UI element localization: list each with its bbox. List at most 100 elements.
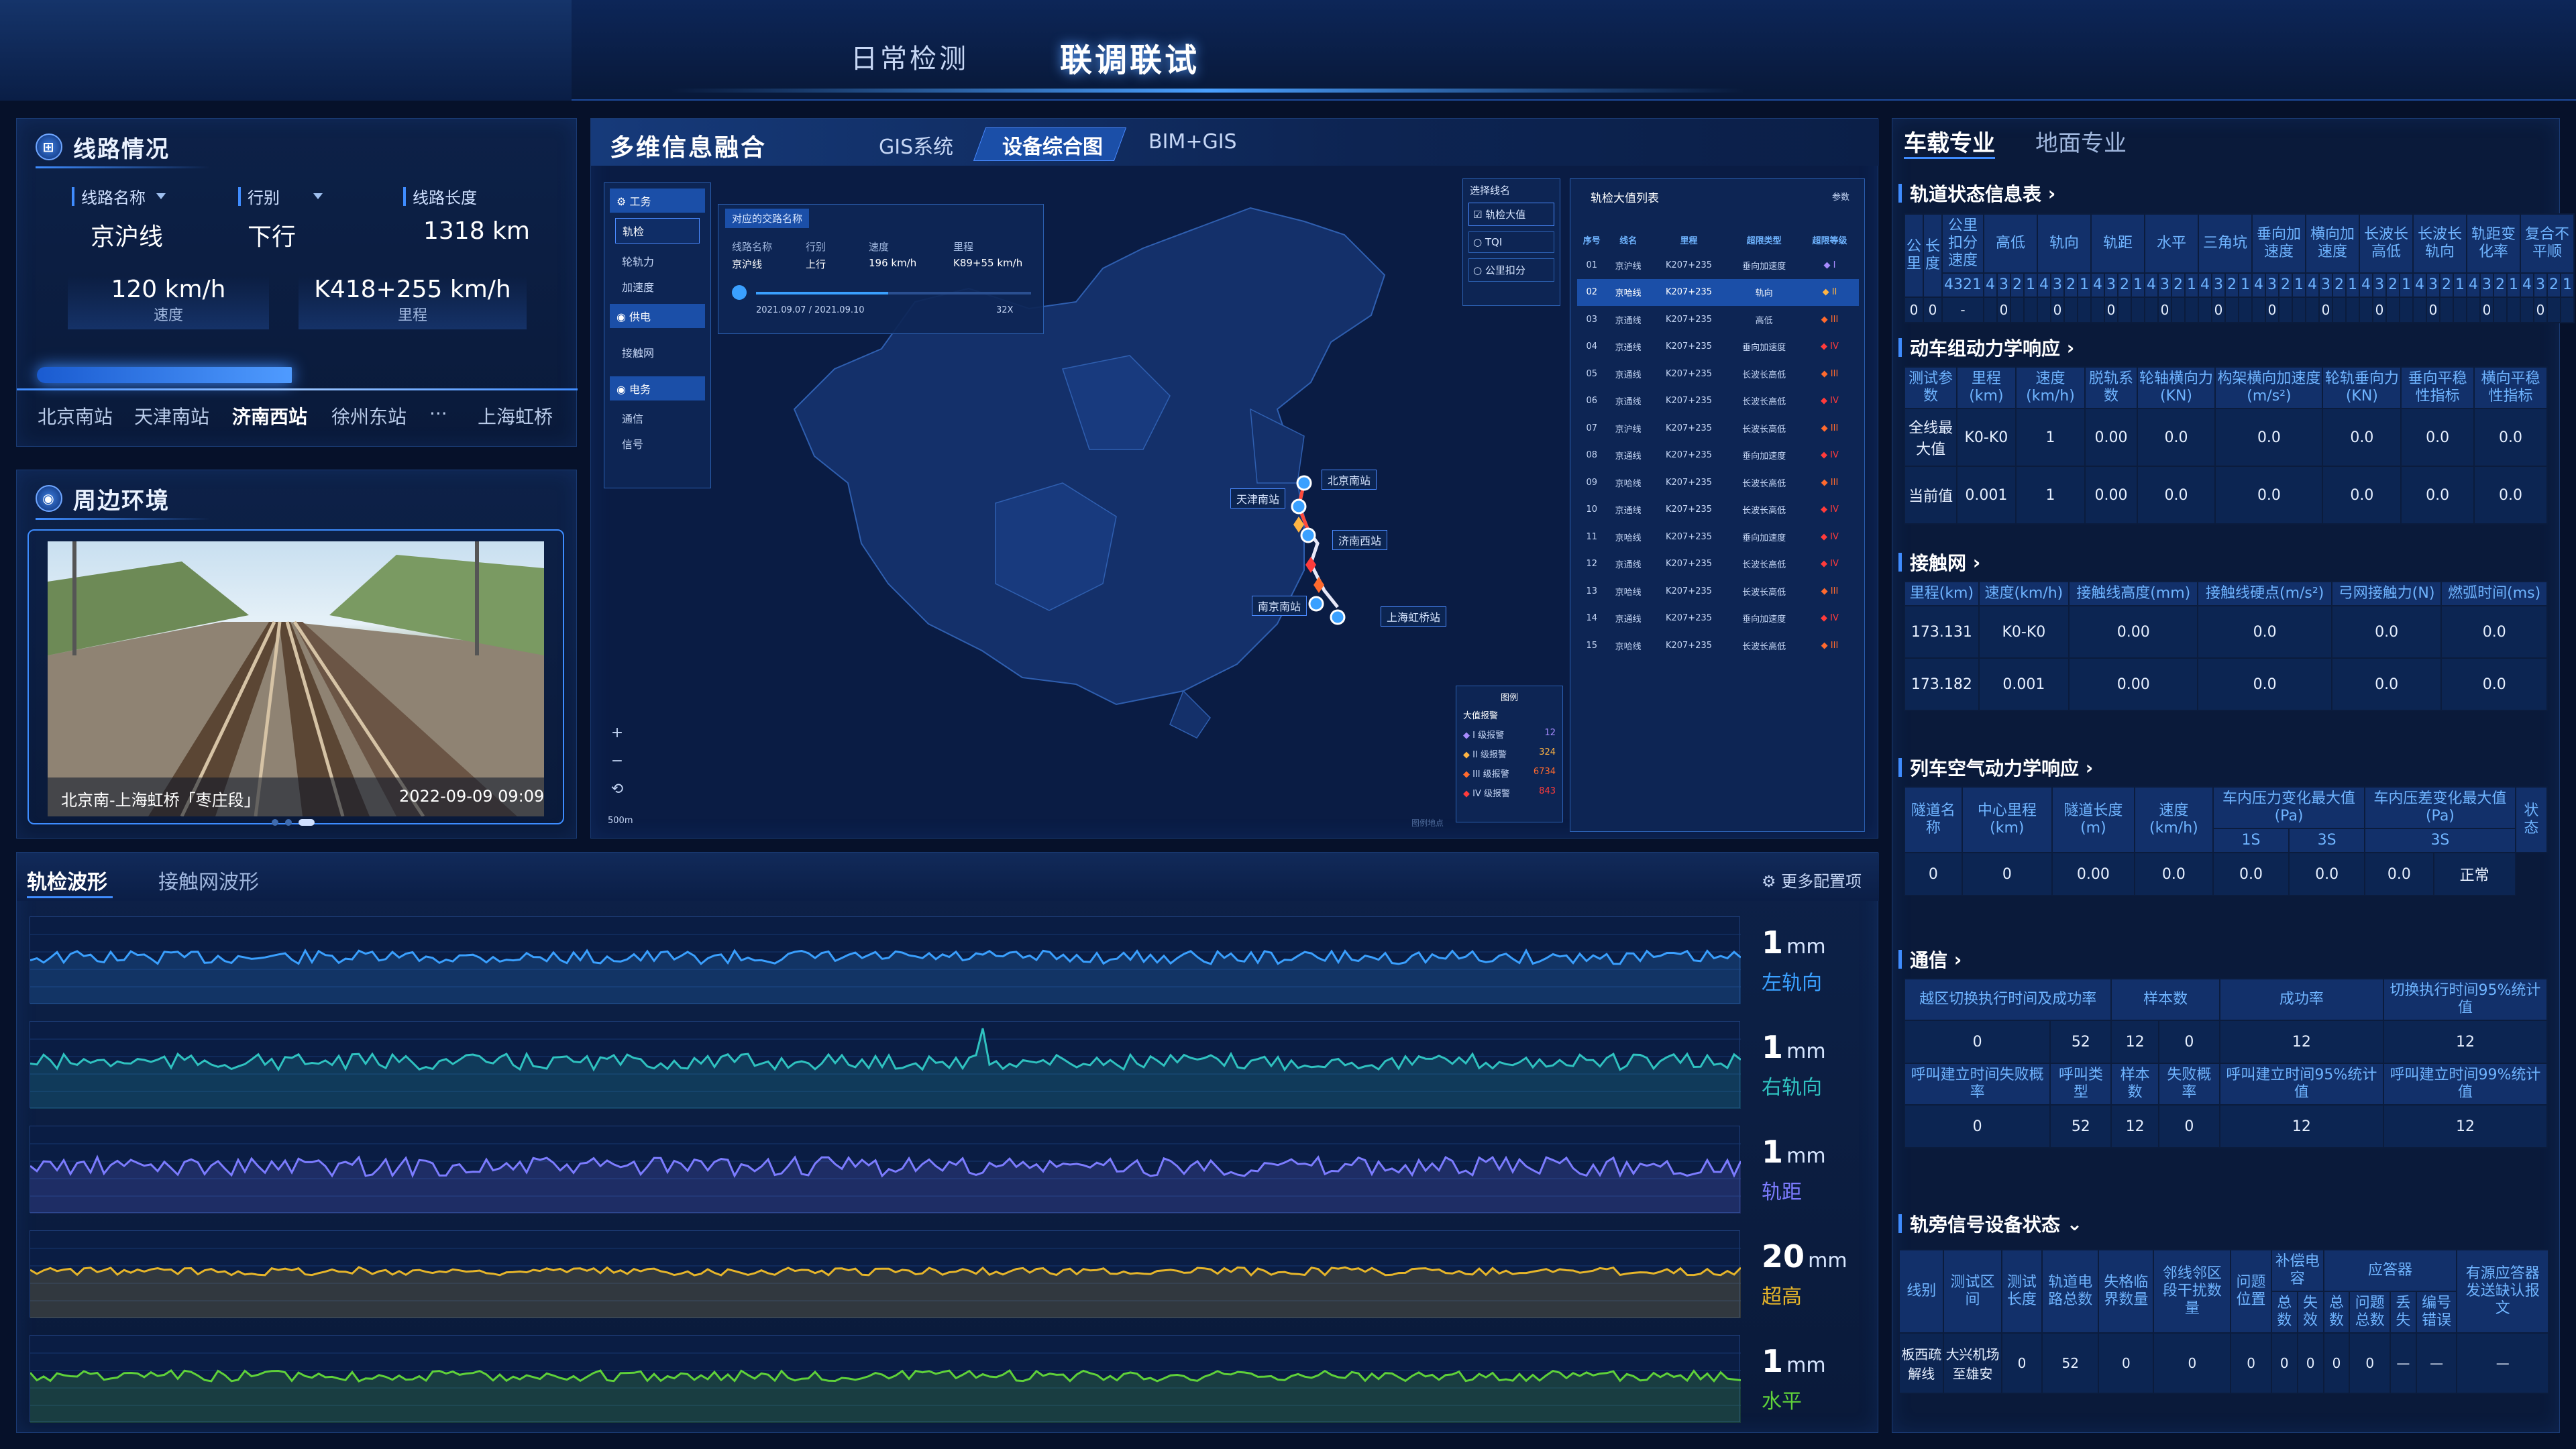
table-row[interactable]: 01 京沪线 K207+235 垂向加速度 ◆ I: [1577, 252, 1859, 279]
timeline-slider[interactable]: [756, 292, 1031, 294]
table-cell: 0: [1903, 1104, 2051, 1148]
tab-onboard[interactable]: 车载专业: [1904, 125, 1995, 158]
layer-item-gauge[interactable]: 轨检: [615, 218, 700, 244]
station-marker[interactable]: [1308, 596, 1324, 612]
station-marker[interactable]: [1291, 498, 1307, 515]
option-tqi[interactable]: ○ TQI: [1468, 231, 1554, 253]
track-video[interactable]: [48, 541, 544, 816]
tab-device[interactable]: 设备综合图: [1002, 130, 1103, 160]
layer-item-accel[interactable]: 加速度: [622, 278, 693, 294]
table-row[interactable]: 11 京哈线 K207+235 垂向加速度 ◆ IV: [1577, 523, 1859, 551]
table-cell: ◆ III: [1821, 423, 1839, 433]
play-icon[interactable]: [732, 285, 747, 300]
wave-left-alignment[interactable]: [30, 916, 1741, 1004]
table-row[interactable]: 08 京通线 K207+235 垂向加速度 ◆ IV: [1577, 442, 1859, 470]
station-xuzhou-east[interactable]: 徐州东站: [331, 402, 407, 429]
table-row[interactable]: 03 京通线 K207+235 高低 ◆ III: [1577, 306, 1859, 333]
table-cell: 1: [2015, 408, 2086, 467]
section-track-status[interactable]: 轨道状态信息表 ›: [1898, 180, 2549, 207]
layer-group-power[interactable]: ◉ 供电: [610, 304, 705, 328]
table-row[interactable]: 07 京沪线 K207+235 长波长高低 ◆ III: [1577, 415, 1859, 442]
section-emu-dynamics[interactable]: 动车组动力学响应 ›: [1898, 334, 2549, 361]
rotate-icon[interactable]: ⟲: [604, 775, 631, 804]
subhead: 2: [2493, 272, 2508, 298]
wave-level[interactable]: [29, 1335, 1741, 1423]
nav-tab-joint-test[interactable]: 联调联试: [1060, 34, 1199, 80]
layer-item-catenary[interactable]: 接触网: [622, 344, 693, 360]
legend-count: 6734: [1533, 767, 1556, 777]
station-jinan-west[interactable]: 济南西站: [232, 402, 307, 429]
section-trackside-signal[interactable]: 轨旁信号设备状态 ⌄: [1898, 1210, 2549, 1237]
table-cell: [2466, 297, 2481, 323]
section-communication[interactable]: 通信 ›: [1898, 946, 2549, 973]
line-panel-header: ⊞ 线路情况: [36, 125, 210, 168]
route-info-title: 对应的交路名称: [725, 209, 810, 228]
layer-item-comm[interactable]: 通信: [622, 410, 693, 426]
table-row[interactable]: 06 京通线 K207+235 长波长高低 ◆ IV: [1577, 388, 1859, 415]
layer-item-force[interactable]: 轮轨力: [622, 253, 693, 269]
zoom-in-icon[interactable]: +: [604, 719, 631, 747]
table-cell: ◆ III: [1821, 640, 1839, 651]
table-cell: 0: [2426, 297, 2441, 323]
table-cell: K207+235: [1665, 260, 1713, 270]
layer-group-track[interactable]: ⚙ 工务: [610, 189, 705, 213]
station-more[interactable]: ···: [429, 402, 447, 425]
field-line-name[interactable]: 线路名称 京沪线: [72, 184, 166, 252]
table-row[interactable]: 05 京通线 K207+235 长波长高低 ◆ III: [1577, 360, 1859, 388]
station-marker[interactable]: [1296, 475, 1312, 491]
subhead: 2: [2385, 272, 2401, 298]
subhead: 1: [2131, 272, 2146, 298]
section-catenary[interactable]: 接触网 ›: [1898, 549, 2549, 576]
tab-track-wave[interactable]: 轨检波形: [27, 865, 107, 895]
layer-item-signal[interactable]: 信号: [622, 435, 693, 451]
tab-ground[interactable]: 地面专业: [2035, 125, 2127, 158]
table-cell: ◆ I: [1823, 260, 1836, 270]
more-config-button[interactable]: ⚙ 更多配置项: [1762, 868, 1862, 892]
option-km-score[interactable]: ○ 公里扣分: [1468, 258, 1554, 282]
chevron-down-icon: [156, 193, 166, 199]
mileage-label: 里程: [397, 307, 427, 324]
table-row[interactable]: 13 京哈线 K207+235 长波长高低 ◆ III: [1577, 578, 1859, 605]
station-beijing-south[interactable]: 北京南站: [38, 402, 113, 429]
table-cell: [2224, 297, 2240, 323]
table-cell: 板西疏解线: [1898, 1332, 1945, 1394]
table-row[interactable]: 04 京通线 K207+235 垂向加速度 ◆ IV: [1577, 333, 1859, 361]
station-marker[interactable]: [1330, 609, 1346, 625]
table-row[interactable]: 02 京哈线 K207+235 轨向 ◆ II: [1577, 278, 1859, 306]
table-row[interactable]: 10 京通线 K207+235 长波长高低 ◆ IV: [1577, 496, 1859, 524]
table-cell: [2077, 297, 2092, 323]
table-header: 横向平稳性指标: [2473, 366, 2548, 409]
table-header: 失败概率: [2157, 1063, 2220, 1106]
zoom-out-icon[interactable]: −: [604, 747, 631, 775]
zoom-controls[interactable]: + − ⟲: [604, 719, 631, 804]
big-list-settings[interactable]: 参数: [1832, 190, 1849, 203]
station-shanghai-hongqiao[interactable]: 上海虹桥: [478, 402, 553, 429]
tab-catenary-wave[interactable]: 接触网波形: [158, 865, 259, 895]
table-header: 接触线高度(mm): [2068, 581, 2199, 606]
map-panel-title: 多维信息融合: [610, 134, 767, 162]
table-row[interactable]: 15 京哈线 K207+235 长波长高低 ◆ III: [1577, 632, 1859, 659]
alarm-icon: ◆: [1463, 789, 1473, 799]
section-aerodynamics[interactable]: 列车空气动力学响应 ›: [1898, 754, 2549, 781]
wave-right-alignment[interactable]: [30, 1021, 1741, 1109]
station-marker[interactable]: [1300, 527, 1316, 543]
option-big-value[interactable]: ☑ 轨检大值: [1468, 203, 1554, 226]
table-row[interactable]: 14 京通线 K207+235 垂向加速度 ◆ IV: [1577, 605, 1859, 633]
field-direction[interactable]: 行别 下行: [238, 184, 323, 252]
station-tianjin-south[interactable]: 天津南站: [134, 402, 209, 429]
mileage-block: K418+255 km/h 里程: [299, 276, 527, 329]
legend-label: ◆ II 级报警: [1463, 747, 1507, 760]
table-cell: 0.0: [2400, 466, 2475, 525]
table-row[interactable]: 09 京哈线 K207+235 长波长高低 ◆ III: [1577, 469, 1859, 496]
table-cell: 轨向: [1755, 288, 1773, 299]
table-row[interactable]: 12 京通线 K207+235 长波长高低 ◆ IV: [1577, 551, 1859, 578]
table-cell: K207+235: [1665, 531, 1713, 542]
layer-group-signal[interactable]: ◉ 电务: [610, 376, 705, 400]
nav-tab-daily[interactable]: 日常检测: [851, 37, 969, 76]
carousel-dots[interactable]: [272, 819, 315, 826]
wave-gauge[interactable]: [30, 1126, 1742, 1214]
tab-bim-gis[interactable]: BIM+GIS: [1148, 130, 1237, 154]
tab-gis[interactable]: GIS系统: [879, 130, 953, 160]
speed-multiplier[interactable]: 32X: [996, 305, 1013, 315]
wave-cant[interactable]: [30, 1230, 1742, 1318]
